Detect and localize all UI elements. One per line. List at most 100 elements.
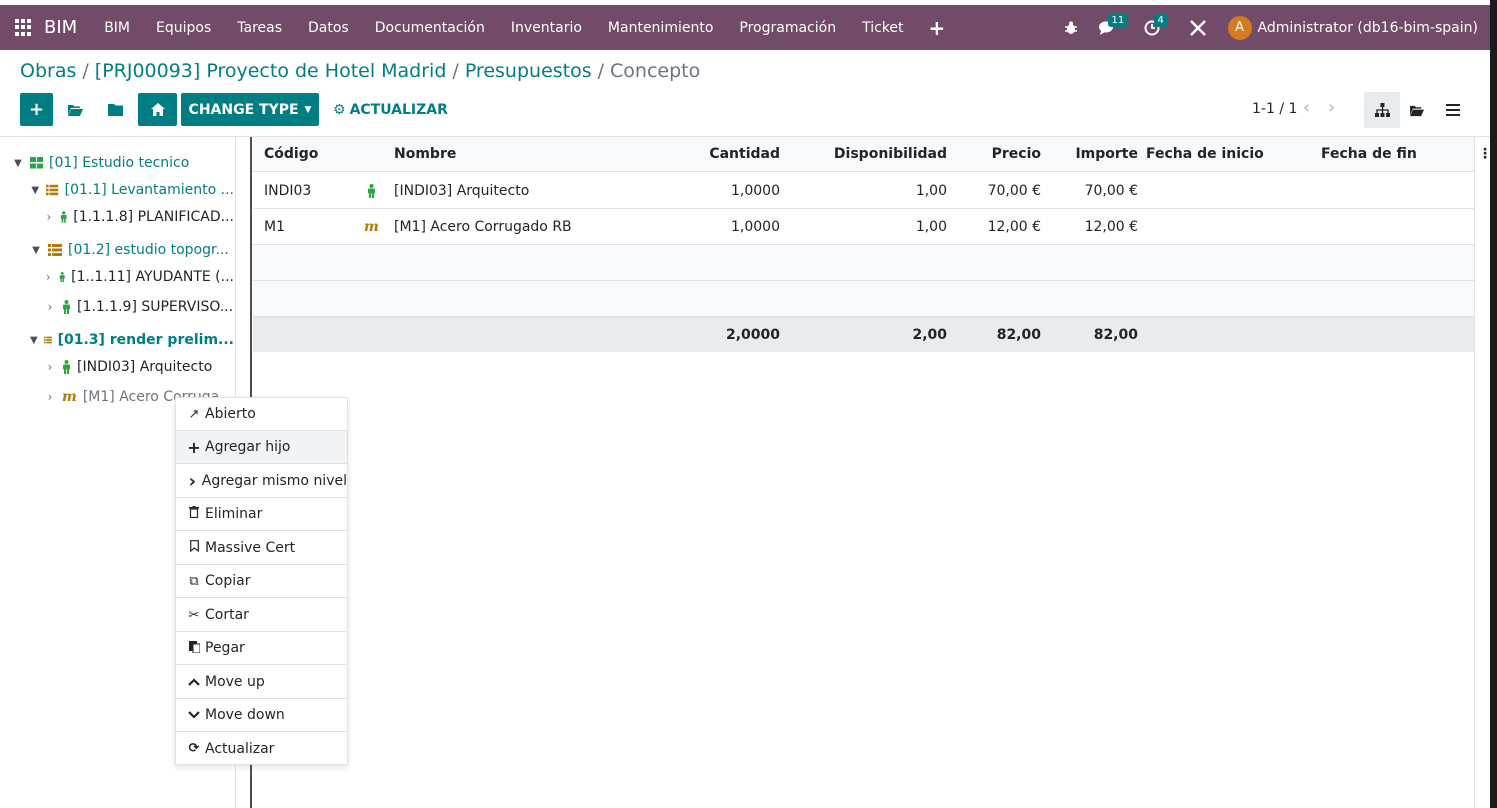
chevron-right-icon[interactable]: › bbox=[44, 360, 56, 374]
menu-bim[interactable]: BIM bbox=[104, 20, 130, 36]
create-button[interactable]: + bbox=[20, 93, 53, 126]
ctx-add-child[interactable]: + Agregar hijo bbox=[176, 431, 347, 464]
chevron-right-icon[interactable]: › bbox=[44, 390, 56, 404]
tree-node-01-2[interactable]: ▼ [01.2] estudio topogr... bbox=[30, 240, 234, 260]
col-fecha-fin[interactable]: Fecha de fin bbox=[1321, 137, 1417, 171]
menu-mantenimiento[interactable]: Mantenimiento bbox=[608, 20, 713, 36]
refresh-icon: ⟳ bbox=[188, 741, 200, 756]
folder-button[interactable] bbox=[100, 93, 130, 126]
cell-nombre: [INDI03] Arquitecto bbox=[394, 182, 530, 199]
caret-down-icon: ▼ bbox=[304, 104, 312, 115]
table-row-empty bbox=[253, 281, 1474, 317]
tree-node-01-1[interactable]: ▼ [01.1] Levantamiento ... bbox=[30, 180, 234, 200]
menu-equipos[interactable]: Equipos bbox=[156, 20, 211, 36]
open-folder-button[interactable] bbox=[60, 93, 90, 126]
add-menu-icon[interactable]: + bbox=[929, 16, 946, 40]
column-options-icon[interactable]: ⋮ bbox=[1478, 146, 1490, 162]
bug-icon[interactable] bbox=[1064, 21, 1078, 35]
col-importe[interactable]: Importe bbox=[1048, 137, 1138, 171]
table-row[interactable]: M1 m [M1] Acero Corrugado RB 1,0000 1,00… bbox=[253, 209, 1474, 245]
chevron-right-icon[interactable]: › bbox=[44, 300, 56, 314]
tools-icon[interactable] bbox=[1188, 18, 1208, 38]
table-row[interactable]: INDI03 [INDI03] Arquitecto 1,0000 1,00 7… bbox=[253, 173, 1474, 209]
menu-ticket[interactable]: Ticket bbox=[862, 20, 903, 36]
update-button[interactable]: ⚙ ACTUALIZAR bbox=[333, 93, 448, 126]
avatar[interactable]: A bbox=[1227, 15, 1252, 40]
col-cantidad[interactable]: Cantidad bbox=[673, 137, 780, 171]
list-icon bbox=[48, 244, 62, 256]
tree-node-label: [01] Estudio tecnico bbox=[49, 155, 190, 171]
copy-icon: ⧉ bbox=[189, 573, 199, 589]
ctx-massive-cert[interactable]: Massive Cert bbox=[176, 532, 347, 565]
external-link-icon: ↗ bbox=[188, 406, 200, 422]
pager-previous-icon[interactable]: ‹ bbox=[1303, 97, 1310, 118]
ctx-refresh[interactable]: ⟳ Actualizar bbox=[176, 732, 347, 765]
view-tree-hierarchy[interactable] bbox=[1364, 92, 1400, 128]
chevron-right-icon[interactable]: › bbox=[44, 210, 54, 224]
menu-documentacion[interactable]: Documentación bbox=[375, 20, 485, 36]
tree-node-1-1-11[interactable]: › [1..1.11] AYUDANTE (... bbox=[44, 267, 234, 287]
list-icon bbox=[1446, 104, 1460, 116]
menu-tareas[interactable]: Tareas bbox=[237, 20, 282, 36]
ctx-move-up[interactable]: Move up bbox=[176, 666, 347, 699]
col-nombre[interactable]: Nombre bbox=[394, 137, 456, 171]
ctx-add-sibling[interactable]: › Agregar mismo nivel bbox=[176, 465, 347, 498]
ctx-label: Abierto bbox=[205, 406, 256, 422]
app-window: BIM BIM Equipos Tareas Datos Documentaci… bbox=[0, 0, 1490, 808]
caret-down-icon[interactable]: ▼ bbox=[30, 245, 42, 256]
app-brand[interactable]: BIM bbox=[44, 17, 77, 38]
view-folder[interactable] bbox=[1399, 92, 1435, 128]
tree-node-1-1-1-8[interactable]: › [1.1.1.8] PLANIFICAD... bbox=[44, 207, 234, 227]
caret-down-icon[interactable]: ▼ bbox=[30, 335, 38, 346]
chevron-down-icon bbox=[187, 708, 201, 723]
tree-node-label: [INDI03] Arquitecto bbox=[77, 359, 213, 375]
caret-down-icon[interactable]: ▼ bbox=[12, 158, 24, 169]
user-menu[interactable]: Administrator (db16-bim-spain) bbox=[1258, 20, 1478, 36]
tree-node-1-1-1-9[interactable]: › [1.1.1.9] SUPERVISO... bbox=[44, 297, 234, 317]
activity-clock-icon[interactable]: 4 bbox=[1144, 13, 1168, 36]
caret-down-icon[interactable]: ▼ bbox=[30, 185, 40, 196]
col-precio[interactable]: Precio bbox=[953, 137, 1041, 171]
sitemap-icon bbox=[1374, 103, 1390, 117]
menu-inventario[interactable]: Inventario bbox=[511, 20, 582, 36]
list-icon bbox=[46, 184, 59, 196]
ctx-cut[interactable]: ✂ Cortar bbox=[176, 599, 347, 632]
total-disponibilidad: 2,00 bbox=[912, 327, 947, 343]
cell-codigo: INDI03 bbox=[264, 182, 312, 199]
menu-programacion[interactable]: Programación bbox=[739, 20, 836, 36]
trash-icon bbox=[187, 506, 201, 522]
col-disponibilidad[interactable]: Disponibilidad bbox=[793, 137, 947, 171]
pager-value[interactable]: 1-1 / 1 bbox=[1252, 101, 1297, 117]
home-button[interactable] bbox=[138, 93, 177, 126]
messages-icon[interactable]: 11 bbox=[1098, 13, 1129, 36]
apps-grid-icon[interactable] bbox=[15, 18, 33, 37]
breadcrumb-obras[interactable]: Obras bbox=[20, 60, 76, 82]
ctx-move-down[interactable]: Move down bbox=[176, 699, 347, 732]
person-icon bbox=[63, 360, 70, 374]
col-fecha-inicio[interactable]: Fecha de inicio bbox=[1146, 137, 1264, 171]
ctx-copy[interactable]: ⧉ Copiar bbox=[176, 565, 347, 598]
breadcrumb-budgets[interactable]: Presupuestos bbox=[465, 60, 592, 82]
total-precio: 82,00 bbox=[996, 327, 1041, 343]
ctx-delete[interactable]: Eliminar bbox=[176, 498, 347, 531]
cell-importe: 12,00 € bbox=[1084, 218, 1138, 235]
menu-datos[interactable]: Datos bbox=[308, 20, 349, 36]
cell-nombre: [M1] Acero Corrugado RB bbox=[394, 218, 572, 235]
tree-node-01-3-selected[interactable]: ▼ [01.3] render prelim... bbox=[30, 330, 234, 350]
person-icon bbox=[60, 211, 67, 223]
update-label: ACTUALIZAR bbox=[349, 101, 448, 118]
tree-node-indi03[interactable]: › [INDI03] Arquitecto bbox=[44, 357, 234, 377]
view-list[interactable] bbox=[1435, 92, 1471, 128]
tree-node-01[interactable]: ▼ [01] Estudio tecnico bbox=[12, 153, 234, 173]
ctx-open[interactable]: ↗ Abierto bbox=[176, 398, 347, 431]
ctx-label: Massive Cert bbox=[205, 540, 296, 556]
breadcrumb-project[interactable]: [PRJ00093] Proyecto de Hotel Madrid bbox=[95, 60, 447, 82]
ctx-paste[interactable]: Pegar bbox=[176, 632, 347, 665]
chevron-right-icon[interactable]: › bbox=[44, 270, 53, 284]
table-row-empty bbox=[253, 245, 1474, 281]
pager-next-icon[interactable]: › bbox=[1328, 97, 1335, 118]
context-menu: ↗ Abierto + Agregar hijo › Agregar mismo… bbox=[175, 397, 348, 765]
change-type-dropdown[interactable]: CHANGE TYPE ▼ bbox=[181, 93, 319, 126]
systray: 11 4 A Administrator (db16-bim-spain) bbox=[1054, 5, 1478, 50]
col-codigo[interactable]: Código bbox=[264, 137, 318, 171]
